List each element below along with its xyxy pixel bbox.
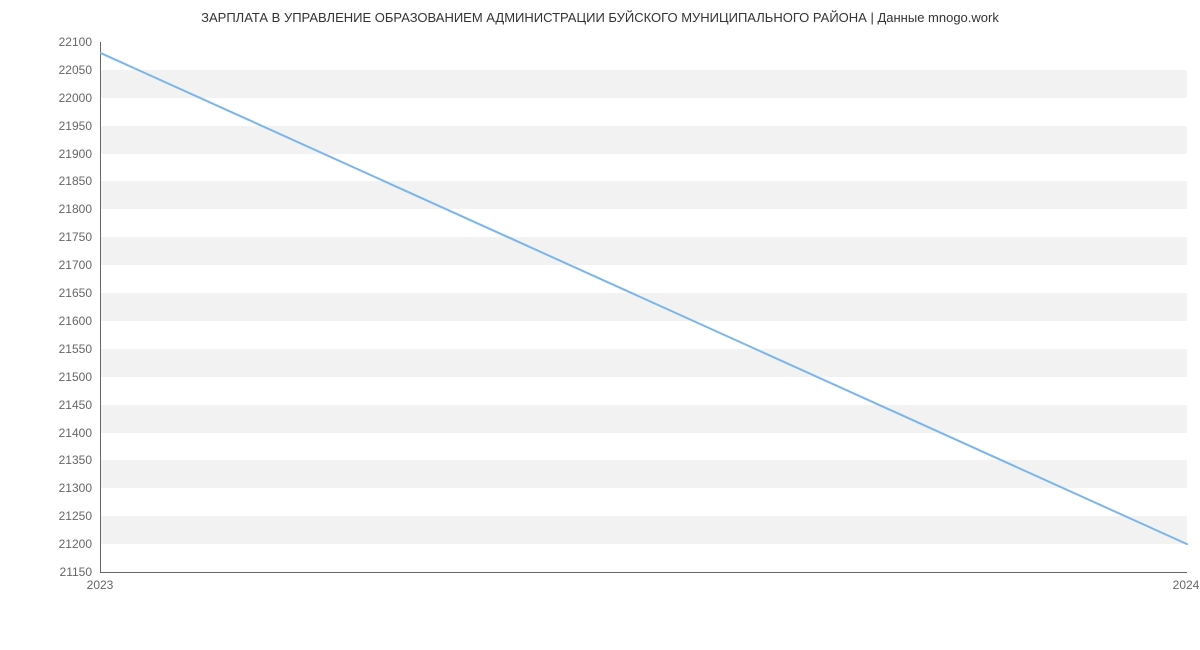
- y-tick-label: 21900: [59, 147, 92, 161]
- line-series: [101, 42, 1187, 572]
- y-tick-label: 22100: [59, 35, 92, 49]
- y-tick-label: 22050: [59, 63, 92, 77]
- y-tick-label: 21250: [59, 509, 92, 523]
- y-tick-label: 21700: [59, 258, 92, 272]
- y-tick-label: 21150: [60, 565, 92, 579]
- y-tick-label: 21950: [59, 119, 92, 133]
- y-tick-label: 21850: [59, 174, 92, 188]
- y-tick-label: 21300: [59, 481, 92, 495]
- line-path: [101, 53, 1187, 544]
- x-tick-label: 2023: [87, 578, 114, 592]
- plot-area: [100, 42, 1187, 573]
- y-tick-label: 21800: [59, 202, 92, 216]
- x-tick-label: 2024: [1173, 578, 1200, 592]
- y-tick-label: 21550: [59, 342, 92, 356]
- y-tick-label: 21750: [59, 230, 92, 244]
- y-tick-label: 22000: [59, 91, 92, 105]
- y-tick-label: 21400: [59, 426, 92, 440]
- chart-title: ЗАРПЛАТА В УПРАВЛЕНИЕ ОБРАЗОВАНИЕМ АДМИН…: [0, 10, 1200, 25]
- chart-container: ЗАРПЛАТА В УПРАВЛЕНИЕ ОБРАЗОВАНИЕМ АДМИН…: [0, 0, 1200, 620]
- y-tick-label: 21650: [59, 286, 92, 300]
- y-tick-label: 21600: [59, 314, 92, 328]
- y-tick-label: 21500: [59, 370, 92, 384]
- y-tick-label: 21350: [59, 453, 92, 467]
- y-tick-label: 21450: [59, 398, 92, 412]
- y-tick-label: 21200: [59, 537, 92, 551]
